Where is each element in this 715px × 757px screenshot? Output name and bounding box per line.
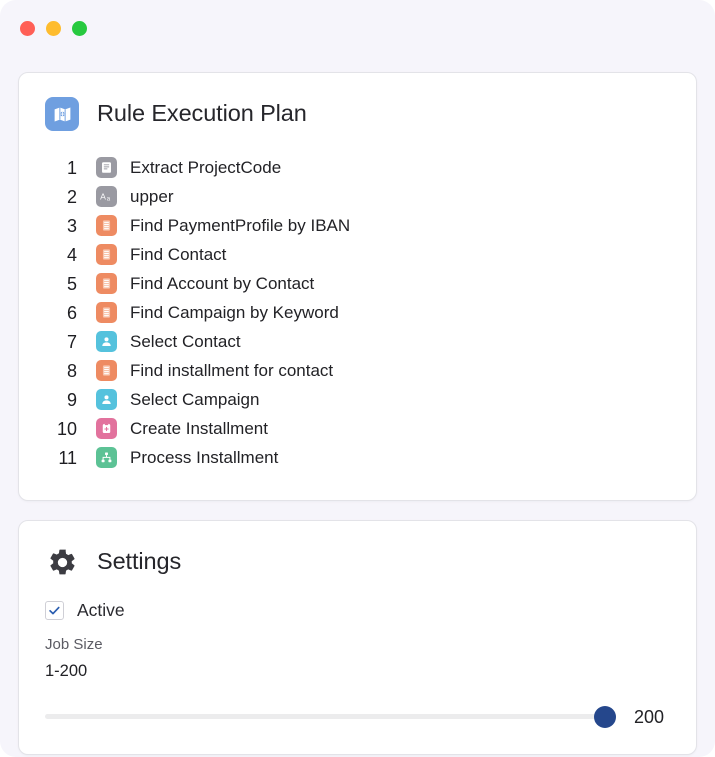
database-icon (96, 360, 117, 381)
active-checkbox-row[interactable]: Active (45, 601, 670, 620)
app-window: Rule Execution Plan 1 Extract ProjectCod… (0, 0, 715, 757)
step-label: Select Campaign (130, 390, 260, 409)
page-title: Rule Execution Plan (97, 100, 307, 127)
gear-icon (45, 545, 79, 579)
list-item[interactable]: 9 Select Campaign (45, 385, 670, 414)
step-number: 2 (66, 186, 77, 207)
step-label: Find Contact (130, 245, 227, 264)
settings-card-header: Settings (45, 545, 670, 579)
step-number: 7 (66, 331, 77, 352)
list-item[interactable]: 5 Find Account by Contact (45, 269, 670, 298)
step-label: Create Installment (130, 419, 268, 438)
list-item[interactable]: 2 A a upper (45, 182, 670, 211)
list-item[interactable]: 8 Find installment for contact (45, 356, 670, 385)
list-item[interactable]: 3 Find PaymentProfile by IBAN (45, 211, 670, 240)
list-item[interactable]: 11 Process Installment (45, 443, 670, 472)
database-icon (96, 244, 117, 265)
list-item[interactable]: 10 Create Installment (45, 414, 670, 443)
step-label: Find Campaign by Keyword (130, 303, 339, 322)
active-checkbox[interactable] (45, 601, 64, 620)
step-number: 5 (66, 273, 77, 294)
check-icon (49, 606, 60, 615)
step-number: 11 (58, 447, 77, 468)
list-item[interactable]: 1 Extract ProjectCode (45, 153, 670, 182)
traffic-light-group (20, 20, 87, 36)
step-label: Find Account by Contact (130, 274, 315, 293)
text-case-icon: A a (96, 186, 117, 207)
svg-text:A: A (100, 192, 106, 202)
job-size-value: 200 (634, 706, 665, 727)
step-number: 4 (66, 244, 77, 265)
settings-card: Settings Active Job Size 1-200 200 (18, 520, 697, 755)
svg-text:a: a (107, 197, 111, 203)
window-titlebar (0, 0, 715, 55)
minimize-button[interactable] (46, 20, 61, 36)
slider-track (45, 714, 616, 719)
step-number: 9 (66, 389, 77, 410)
map-plan-icon (45, 97, 79, 131)
job-size-slider-row[interactable]: 200 (45, 705, 670, 728)
step-label: Select Contact (130, 332, 241, 351)
step-label: Find PaymentProfile by IBAN (130, 216, 351, 235)
close-button[interactable] (20, 20, 35, 36)
step-number: 3 (66, 215, 77, 236)
step-number: 6 (66, 302, 77, 323)
step-label: Process Installment (130, 448, 279, 467)
step-number: 8 (66, 360, 77, 381)
person-icon (96, 331, 117, 352)
active-checkbox-label: Active (77, 599, 125, 620)
job-size-label: Job Size (45, 636, 103, 653)
process-flow-icon (96, 447, 117, 468)
list-item[interactable]: 4 Find Contact (45, 240, 670, 269)
step-label: upper (130, 187, 174, 206)
rule-execution-plan-card: Rule Execution Plan 1 Extract ProjectCod… (18, 72, 697, 501)
step-number: 1 (66, 157, 77, 178)
step-number: 10 (56, 418, 77, 439)
database-icon (96, 273, 117, 294)
list-item[interactable]: 6 Find Campaign by Keyword (45, 298, 670, 327)
clipboard-icon (96, 418, 117, 439)
plan-card-header: Rule Execution Plan (45, 97, 670, 131)
settings-title: Settings (97, 548, 182, 575)
database-icon (96, 215, 117, 236)
window-canvas: Rule Execution Plan 1 Extract ProjectCod… (0, 55, 715, 757)
person-icon (96, 389, 117, 410)
step-label: Find installment for contact (130, 361, 334, 380)
slider-thumb[interactable] (594, 705, 616, 728)
step-label: Extract ProjectCode (130, 158, 282, 177)
plan-step-list: 1 Extract ProjectCode 2 A a upper 3 Find… (45, 153, 670, 472)
database-icon (96, 302, 117, 323)
list-item[interactable]: 7 Select Contact (45, 327, 670, 356)
job-size-range: 1-200 (45, 662, 88, 680)
job-size-slider[interactable] (45, 705, 616, 728)
maximize-button[interactable] (72, 20, 87, 36)
document-icon (96, 157, 117, 178)
